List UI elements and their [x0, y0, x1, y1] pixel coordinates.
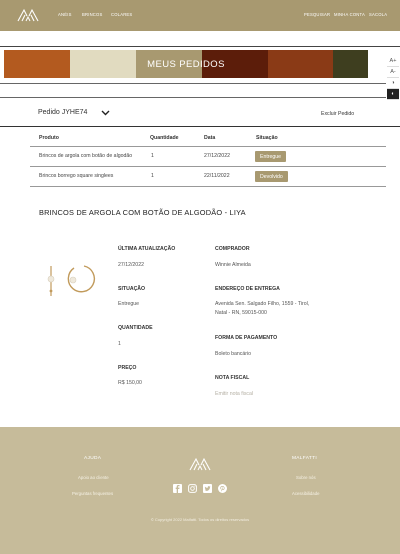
delete-order-link[interactable]: Excluir Pedido: [321, 111, 354, 117]
emitir-nota-link[interactable]: Emitir nota fiscal: [215, 390, 253, 398]
col-header-situacao: Situação: [256, 135, 278, 141]
top-navbar: ANÉIS BRINCOS COLARES PESQUISAR MINHA CO…: [0, 0, 400, 31]
nav-colares[interactable]: COLARES: [111, 12, 132, 17]
label-situacao: SITUAÇÃO: [118, 286, 146, 292]
col-header-quantidade: Quantidade: [150, 135, 179, 141]
table-divider: [30, 166, 386, 167]
contrast-button[interactable]: ◑: [387, 78, 399, 89]
label-quantidade: QUANTIDADE: [118, 325, 153, 331]
col-header-produto: Produto: [39, 135, 59, 141]
cell-data: 27/12/2022: [204, 153, 230, 159]
table-divider: [30, 146, 386, 147]
divider: [0, 46, 400, 47]
label-ultima-atualizacao: ÚLTIMA ATUALIZAÇÃO: [118, 246, 176, 252]
footer: [0, 427, 400, 554]
nav-aneis[interactable]: ANÉIS: [58, 12, 72, 17]
value-ultima-atualizacao: 27/12/2022: [118, 262, 144, 268]
value-pagamento: Boleto bancário: [215, 351, 252, 357]
divider: [0, 97, 386, 98]
nav-minha-conta[interactable]: MINHA CONTA: [334, 12, 365, 17]
value-situacao: Entregue: [118, 301, 140, 307]
copyright-text: © Copyright 2022 Malfatti. Todos os dire…: [150, 517, 250, 522]
page-title: MEUS PEDIDOS: [147, 58, 225, 70]
footer-link-sobre[interactable]: Sobre nós: [296, 475, 316, 480]
facebook-icon[interactable]: [173, 484, 182, 493]
twitter-icon[interactable]: [203, 484, 212, 493]
nav-sacola[interactable]: SACOLA: [369, 12, 387, 17]
footer-link-apoio[interactable]: Apoio ao cliente: [78, 475, 109, 480]
footer-link-acessibilidade[interactable]: Acessibilidade: [292, 491, 319, 496]
brand-logo[interactable]: [16, 7, 40, 23]
footer-logo[interactable]: [188, 455, 212, 473]
product-title: BRINCOS DE ARGOLA COM BOTÃO DE ALGODÃO -…: [39, 208, 246, 217]
divider: [0, 83, 386, 84]
nav-pesquisar[interactable]: PESQUISAR: [304, 12, 330, 17]
cell-data: 22/11/2022: [204, 173, 230, 179]
footer-link-faq[interactable]: Perguntas frequentes: [72, 491, 113, 496]
cell-quantidade: 1: [151, 173, 154, 179]
status-badge: Devolvido: [255, 171, 288, 182]
label-preco: PREÇO: [118, 365, 137, 371]
value-endereco-line1: Avenida Sen. Salgado Filho, 1559 - Tirol…: [215, 301, 310, 307]
chevron-down-icon: [101, 110, 110, 115]
col-header-data: Data: [204, 135, 216, 141]
product-image: [47, 265, 96, 296]
dark-mode-button[interactable]: ◐: [387, 89, 399, 100]
decrease-font-button[interactable]: A-: [387, 67, 399, 78]
instagram-icon[interactable]: [188, 484, 197, 493]
accessibility-toolbar: A+ A- ◑ ◐: [387, 56, 399, 100]
value-endereco-line2: Natal - RN, 59015-000: [215, 310, 267, 316]
table-divider: [30, 186, 386, 187]
cell-quantidade: 1: [151, 153, 154, 159]
label-nota-fiscal: NOTA FISCAL: [215, 375, 250, 381]
cell-produto: Brincos borrego square singlees: [39, 173, 114, 179]
label-pagamento: FORMA DE PAGAMENTO: [215, 335, 278, 341]
status-badge: Entregue: [255, 151, 287, 162]
order-dropdown-label: Pedido JYHE74: [38, 109, 88, 116]
cell-produto: Brincos de argola com botão de algodão: [39, 153, 133, 159]
value-quantidade: 1: [118, 341, 121, 347]
value-comprador: Winnie Almeida: [215, 262, 251, 268]
order-dropdown[interactable]: Pedido JYHE74: [38, 109, 110, 116]
nav-brincos[interactable]: BRINCOS: [82, 12, 102, 17]
value-preco: R$ 150,00: [118, 380, 142, 386]
pinterest-icon[interactable]: [218, 484, 227, 493]
increase-font-button[interactable]: A+: [387, 56, 399, 67]
footer-ajuda-title: AJUDA: [84, 456, 102, 461]
divider: [0, 126, 400, 127]
label-comprador: COMPRADOR: [215, 246, 250, 252]
label-endereco: ENDEREÇO DE ENTREGA: [215, 286, 280, 292]
footer-malfatti-title: MALFATTI: [292, 456, 317, 461]
